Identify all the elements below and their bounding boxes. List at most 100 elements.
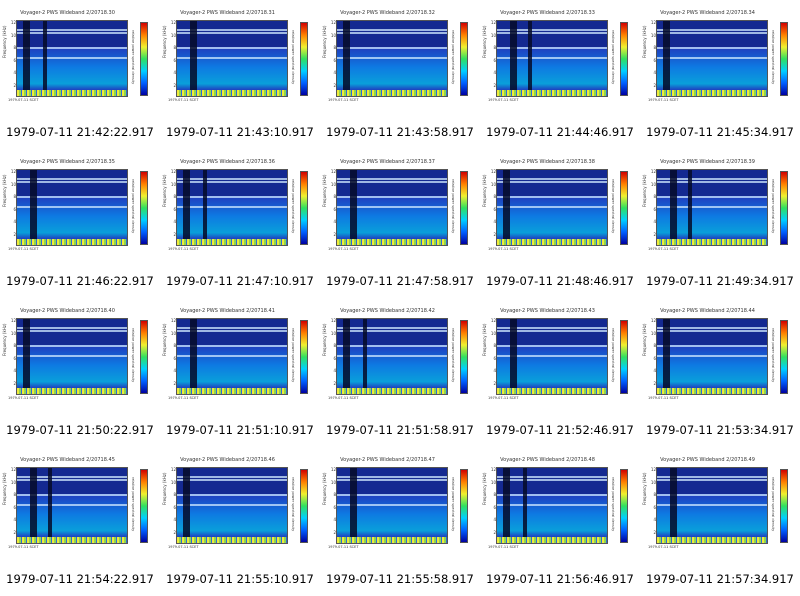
y-tick-label: 10: [10, 330, 16, 336]
spectrogram-dropout: [510, 21, 517, 96]
spectrogram-thumbnail[interactable]: Voyager-2 PWS Wideband 2/20718.32 12 10 8 6 4…: [320, 0, 480, 118]
spectrogram-image: [176, 169, 288, 246]
spectrogram-thumbnail[interactable]: Voyager-2 PWS Wideband 2/20718.31 12 10 8 6 4…: [160, 0, 320, 118]
colorbar-label: relative power spectral density: [771, 328, 775, 383]
y-tick-label: 8: [333, 492, 336, 497]
y-tick-label: 10: [650, 32, 656, 38]
y-tick-label: 12: [650, 318, 656, 323]
y-axis-label: Frequency (kHz): [642, 25, 647, 58]
y-tick-label: 4: [13, 219, 16, 224]
spectrogram-thumbnail[interactable]: Voyager-2 PWS Wideband 2/20718.44 12 10 8 6 4…: [640, 298, 800, 416]
spectrogram-thumbnail[interactable]: Voyager-2 PWS Wideband 2/20718.33 12 10 8 6 4…: [480, 0, 640, 118]
y-tick-label: 2: [493, 231, 496, 237]
spectrogram-image: [496, 169, 608, 246]
spectrogram-noise-floor: [497, 239, 607, 245]
spectrogram-thumbnail[interactable]: Voyager-2 PWS Wideband 2/20718.37 12 10 8 6 4…: [320, 149, 480, 267]
frame-timestamp: 1979-07-11 21:44:46.917: [486, 125, 634, 139]
frame-cell[interactable]: Voyager-2 PWS Wideband 2/20718.30 12 10 8 6 4…: [0, 0, 160, 149]
colorbar: [140, 469, 148, 543]
spectrogram-thumbnail[interactable]: Voyager-2 PWS Wideband 2/20718.49 12 10 8 6 4…: [640, 447, 800, 565]
spectrogram-thumbnail[interactable]: Voyager-2 PWS Wideband 2/20718.46 12 10 8 6 4…: [160, 447, 320, 565]
spectrogram-noise-floor: [497, 388, 607, 394]
y-tick-label: 10: [650, 181, 656, 187]
frame-cell[interactable]: Voyager-2 PWS Wideband 2/20718.42 12 10 8 6 4…: [320, 298, 480, 447]
spectrogram-thumbnail[interactable]: Voyager-2 PWS Wideband 2/20718.38 12 10 8 6 4…: [480, 149, 640, 267]
y-tick-label: 4: [653, 368, 656, 373]
frame-cell[interactable]: Voyager-2 PWS Wideband 2/20718.31 12 10 8 6 4…: [160, 0, 320, 149]
spectrogram-thumbnail[interactable]: Voyager-2 PWS Wideband 2/20718.34 12 10 8 6 4…: [640, 0, 800, 118]
y-tick-label: 10: [170, 479, 176, 485]
y-axis-ticks: 12 10 8 6 4 2: [326, 20, 336, 95]
frame-cell[interactable]: Voyager-2 PWS Wideband 2/20718.34 12 10 8 6 4…: [640, 0, 800, 149]
frame-cell[interactable]: Voyager-2 PWS Wideband 2/20718.38 12 10 8 6 4…: [480, 149, 640, 298]
frame-cell[interactable]: Voyager-2 PWS Wideband 2/20718.33 12 10 8 6 4…: [480, 0, 640, 149]
y-tick-label: 12: [10, 467, 16, 472]
y-axis-label: Frequency (kHz): [322, 174, 327, 207]
spectrogram-image: [16, 318, 128, 395]
spectrogram-thumbnail[interactable]: Voyager-2 PWS Wideband 2/20718.39 12 10 8 6 4…: [640, 149, 800, 267]
panel-title: Voyager-2 PWS Wideband 2/20718.46: [180, 457, 275, 463]
spectrogram-thumbnail[interactable]: Voyager-2 PWS Wideband 2/20718.36 12 10 8 6 4…: [160, 149, 320, 267]
y-axis-label: Frequency (kHz): [322, 323, 327, 356]
spectrogram-band: [337, 57, 447, 59]
y-tick-label: 4: [493, 368, 496, 373]
frame-cell[interactable]: Voyager-2 PWS Wideband 2/20718.32 12 10 8 6 4…: [320, 0, 480, 149]
colorbar-label: relative power spectral density: [291, 477, 295, 532]
y-tick-label: 2: [653, 380, 656, 386]
spectrogram-thumbnail[interactable]: Voyager-2 PWS Wideband 2/20718.43 12 10 8 6 4…: [480, 298, 640, 416]
y-axis-ticks: 12 10 8 6 4 2: [486, 467, 496, 542]
y-axis-ticks: 12 10 8 6 4 2: [166, 20, 176, 95]
frame-cell[interactable]: Voyager-2 PWS Wideband 2/20718.47 12 10 8 6 4…: [320, 447, 480, 596]
spectrogram-image: [496, 20, 608, 97]
y-tick-label: 2: [333, 380, 336, 386]
spectrogram-thumbnail[interactable]: Voyager-2 PWS Wideband 2/20718.41 12 10 8 6 4…: [160, 298, 320, 416]
spectrogram-image: [336, 20, 448, 97]
frame-cell[interactable]: Voyager-2 PWS Wideband 2/20718.36 12 10 8 6 4…: [160, 149, 320, 298]
spectrogram-band: [17, 355, 127, 357]
frame-cell[interactable]: Voyager-2 PWS Wideband 2/20718.44 12 10 8 6 4…: [640, 298, 800, 447]
frame-timestamp: 1979-07-11 21:55:58.917: [326, 572, 474, 586]
spectrogram-thumbnail[interactable]: Voyager-2 PWS Wideband 2/20718.45 12 10 8 6 4…: [0, 447, 160, 565]
frame-timestamp: 1979-07-11 21:50:22.917: [6, 423, 154, 437]
frame-timestamp: 1979-07-11 21:51:58.917: [326, 423, 474, 437]
colorbar-label: relative power spectral density: [131, 179, 135, 234]
spectrogram-noise-floor: [177, 537, 287, 543]
frame-cell[interactable]: Voyager-2 PWS Wideband 2/20718.45 12 10 8 6 4…: [0, 447, 160, 596]
y-tick-label: 2: [493, 380, 496, 386]
spectrogram-emission: [177, 197, 287, 239]
spectrogram-thumbnail[interactable]: Voyager-2 PWS Wideband 2/20718.42 12 10 8 6 4…: [320, 298, 480, 416]
frame-timestamp: 1979-07-11 21:57:34.917: [646, 572, 794, 586]
frame-cell[interactable]: Voyager-2 PWS Wideband 2/20718.37 12 10 8 6 4…: [320, 149, 480, 298]
spectrogram-thumbnail[interactable]: Voyager-2 PWS Wideband 2/20718.35 12 10 8 6 4…: [0, 149, 160, 267]
spectrogram-band: [17, 31, 127, 34]
y-tick-label: 6: [653, 206, 656, 212]
colorbar-label: relative power spectral density: [771, 30, 775, 85]
spectrogram-thumbnail[interactable]: Voyager-2 PWS Wideband 2/20718.48 12 10 8 6 4…: [480, 447, 640, 565]
y-tick-label: 12: [490, 20, 496, 25]
frame-cell[interactable]: Voyager-2 PWS Wideband 2/20718.46 12 10 8 6 4…: [160, 447, 320, 596]
panel-title: Voyager-2 PWS Wideband 2/20718.43: [500, 308, 595, 314]
frame-cell[interactable]: Voyager-2 PWS Wideband 2/20718.48 12 10 8 6 4…: [480, 447, 640, 596]
colorbar: [300, 22, 308, 96]
y-tick-label: 8: [653, 492, 656, 497]
spectrogram-thumbnail[interactable]: Voyager-2 PWS Wideband 2/20718.47 12 10 8 6 4…: [320, 447, 480, 565]
y-tick-label: 12: [330, 20, 336, 25]
frame-cell[interactable]: Voyager-2 PWS Wideband 2/20718.41 12 10 8 6 4…: [160, 298, 320, 447]
frame-cell[interactable]: Voyager-2 PWS Wideband 2/20718.35 12 10 8 6 4…: [0, 149, 160, 298]
spectrogram-thumbnail[interactable]: Voyager-2 PWS Wideband 2/20718.30 12 10 8 6 4…: [0, 0, 160, 118]
frame-cell[interactable]: Voyager-2 PWS Wideband 2/20718.40 12 10 8 6 4…: [0, 298, 160, 447]
colorbar-label: relative power spectral density: [451, 179, 455, 234]
spectrogram-image: [496, 318, 608, 395]
panel-title: Voyager-2 PWS Wideband 2/20718.32: [340, 10, 435, 16]
panel-title: Voyager-2 PWS Wideband 2/20718.42: [340, 308, 435, 314]
frame-cell[interactable]: Voyager-2 PWS Wideband 2/20718.49 12 10 8 6 4…: [640, 447, 800, 596]
y-tick-label: 4: [333, 219, 336, 224]
y-tick-label: 10: [490, 32, 496, 38]
frame-cell[interactable]: Voyager-2 PWS Wideband 2/20718.39 12 10 8 6 4…: [640, 149, 800, 298]
y-tick-label: 8: [653, 343, 656, 348]
spectrogram-thumbnail[interactable]: Voyager-2 PWS Wideband 2/20718.40 12 10 8 6 4…: [0, 298, 160, 416]
colorbar-label: relative power spectral density: [131, 477, 135, 532]
frame-timestamp: 1979-07-11 21:52:46.917: [486, 423, 634, 437]
colorbar: [620, 171, 628, 245]
frame-cell[interactable]: Voyager-2 PWS Wideband 2/20718.43 12 10 8 6 4…: [480, 298, 640, 447]
